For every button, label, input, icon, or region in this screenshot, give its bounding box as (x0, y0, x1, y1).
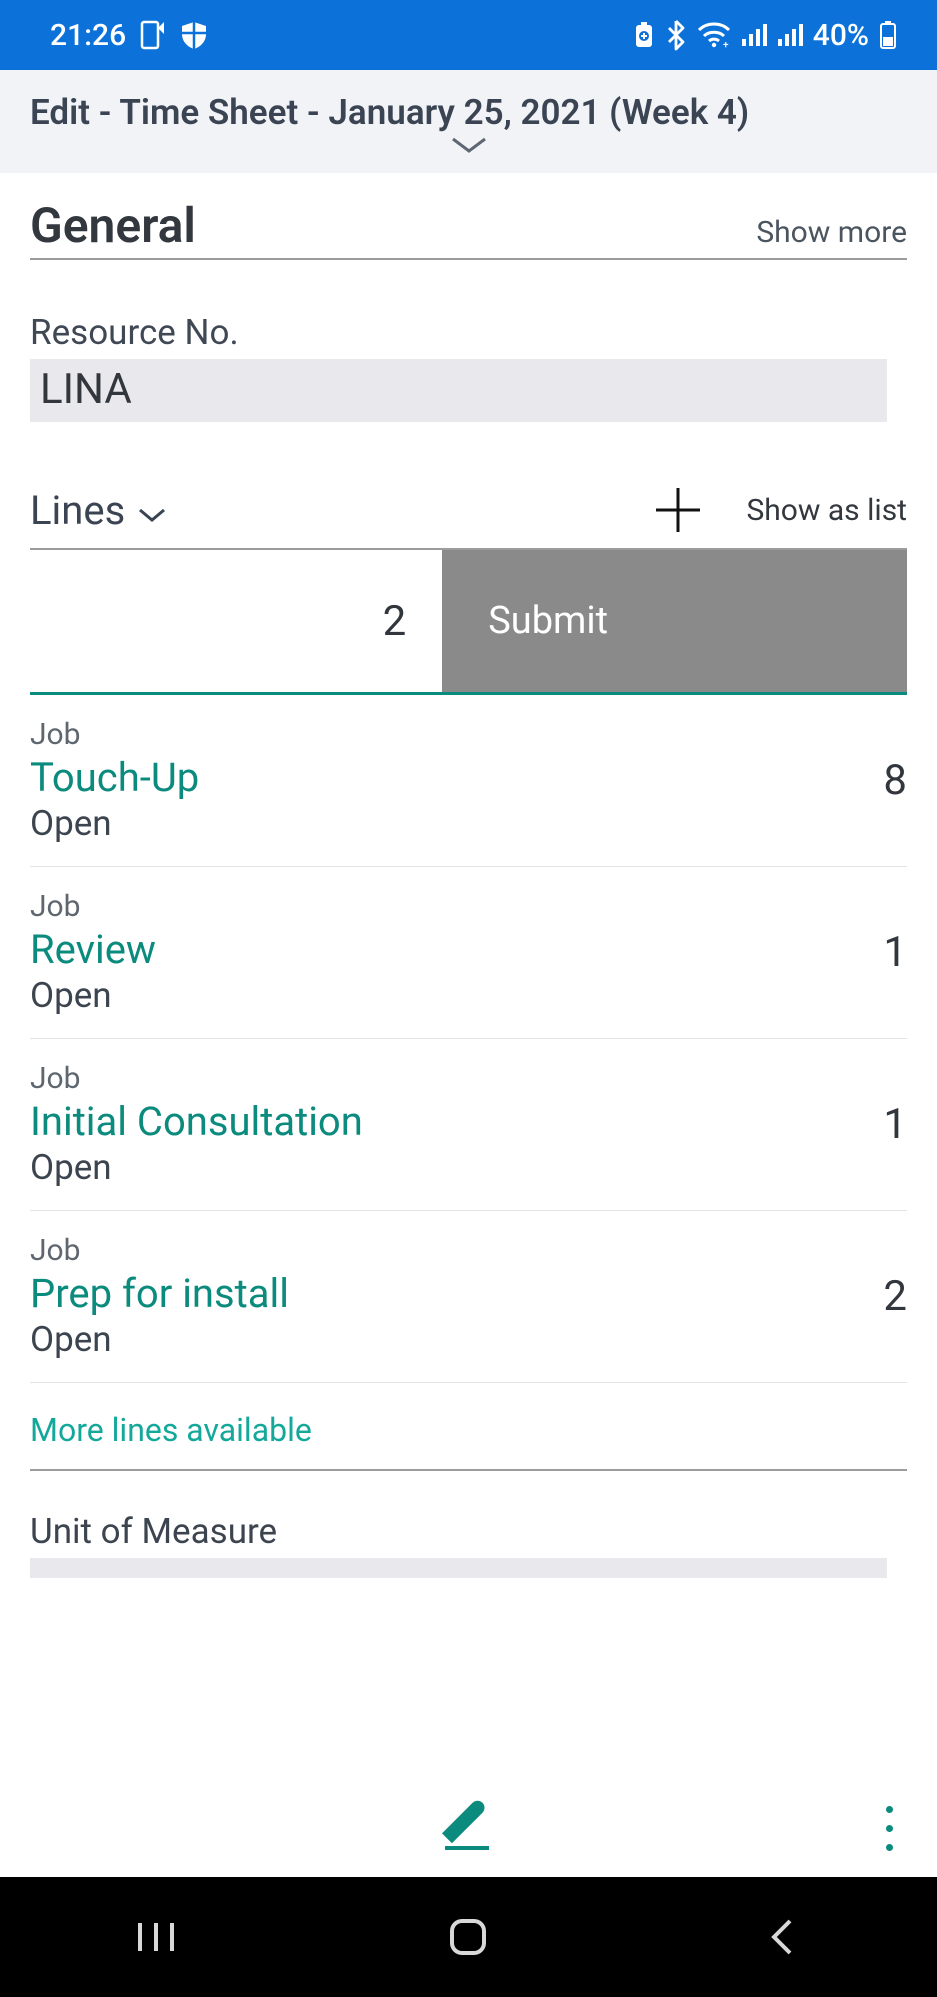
battery-percent: 40% (813, 18, 869, 53)
job-name[interactable]: Review (30, 926, 156, 973)
uom-input[interactable] (30, 1558, 887, 1578)
job-type-label: Job (30, 1061, 363, 1096)
job-value: 2 (883, 1272, 907, 1321)
job-status: Open (30, 803, 199, 844)
job-status: Open (30, 975, 156, 1016)
field-unit-of-measure: Unit of Measure (30, 1511, 907, 1578)
lines-title-text: Lines (30, 487, 125, 534)
job-list-item[interactable]: JobTouch-UpOpen 8 (30, 695, 907, 867)
swipe-action-row[interactable]: 2 Submit (30, 550, 907, 695)
bottom-app-bar (0, 1780, 937, 1876)
job-status: Open (30, 1319, 289, 1360)
status-time: 21:26 (50, 18, 126, 53)
job-value: 1 (883, 928, 907, 977)
signal-icon-1 (741, 23, 767, 47)
android-status-bar: 21:26 + 40% (0, 0, 937, 70)
job-list-item[interactable]: JobReviewOpen 1 (30, 867, 907, 1039)
job-type-label: Job (30, 889, 156, 924)
signal-icon-2 (777, 23, 803, 47)
android-nav-bar (0, 1877, 937, 1997)
section-lines-header: Lines Show as list (30, 482, 907, 550)
svg-text:+: + (723, 40, 729, 48)
job-list-item[interactable]: JobPrep for installOpen 2 (30, 1211, 907, 1383)
field-resource-no: Resource No. LINA (30, 312, 907, 422)
resource-no-input[interactable]: LINA (30, 359, 887, 422)
more-menu-button[interactable] (886, 1806, 893, 1851)
back-button[interactable] (746, 1917, 816, 1957)
job-name[interactable]: Touch-Up (30, 754, 199, 801)
job-name[interactable]: Prep for install (30, 1270, 289, 1317)
section-title-general: General (30, 197, 196, 254)
job-type-label: Job (30, 717, 199, 752)
job-list-item[interactable]: JobInitial ConsultationOpen 1 (30, 1039, 907, 1211)
device-icon (140, 20, 166, 50)
submit-action[interactable]: Submit (442, 550, 907, 692)
battery-saver-icon (633, 21, 655, 49)
job-value: 8 (883, 756, 907, 805)
recents-button[interactable] (121, 1919, 191, 1955)
section-general-header: General Show more (30, 197, 907, 260)
page-title: Edit - Time Sheet - January 25, 2021 (We… (30, 92, 749, 133)
page-header[interactable]: Edit - Time Sheet - January 25, 2021 (We… (0, 70, 937, 173)
job-value: 1 (883, 1100, 907, 1149)
show-more-link[interactable]: Show more (756, 215, 907, 250)
battery-icon (879, 20, 897, 50)
swipe-row-value: 2 (30, 550, 442, 692)
chevron-down-icon[interactable] (447, 135, 491, 159)
content-area: General Show more Resource No. LINA Line… (0, 173, 937, 1578)
more-lines-link[interactable]: More lines available (30, 1383, 907, 1471)
shield-icon (180, 20, 208, 50)
job-list: JobTouch-UpOpen8JobReviewOpen1JobInitial… (30, 695, 907, 1383)
lines-title[interactable]: Lines (30, 487, 167, 534)
add-line-button[interactable] (650, 482, 706, 538)
job-name[interactable]: Initial Consultation (30, 1098, 363, 1145)
job-status: Open (30, 1147, 363, 1188)
chevron-down-icon (137, 487, 167, 534)
show-as-list-link[interactable]: Show as list (746, 493, 907, 528)
uom-label: Unit of Measure (30, 1511, 907, 1552)
wifi-icon: + (697, 22, 731, 48)
resource-no-label: Resource No. (30, 312, 907, 353)
bluetooth-icon (665, 19, 687, 51)
home-button[interactable] (433, 1915, 503, 1959)
edit-button[interactable] (437, 1798, 501, 1858)
job-type-label: Job (30, 1233, 289, 1268)
